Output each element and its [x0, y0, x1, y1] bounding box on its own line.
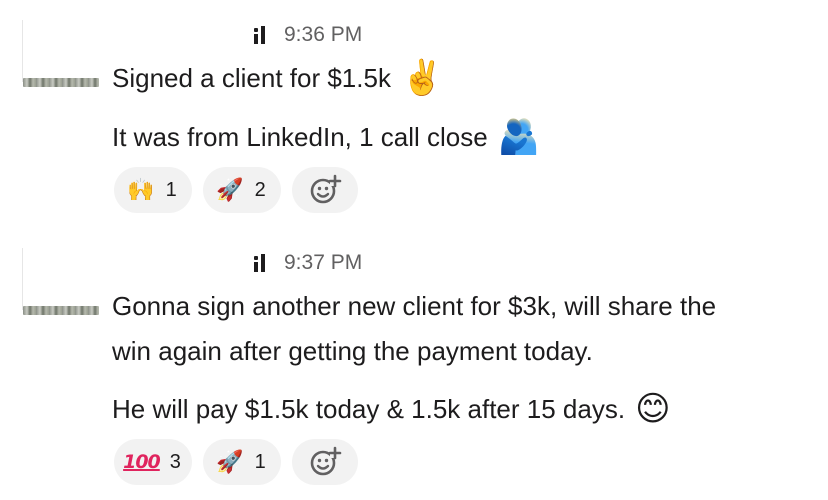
message-text-line: win again after getting the payment toda… [112, 331, 593, 371]
message-2: 9:37 PM Gonna sign another new client fo… [0, 0, 828, 500]
reaction-hundred-points[interactable]: 100 3 [114, 439, 192, 485]
reaction-count: 1 [254, 450, 266, 473]
message-text-line: Gonna sign another new client for $3k, w… [112, 286, 716, 326]
message-text-line: He will pay $1.5k today & 1.5k after 15 … [112, 389, 671, 429]
rocket-icon: 🚀 [216, 449, 244, 474]
add-reaction-icon [310, 446, 342, 476]
message-text: He will pay $1.5k today & 1.5k after 15 … [112, 394, 626, 424]
reactions-bar: 100 3 🚀 1 [114, 439, 358, 485]
avatar[interactable] [22, 248, 99, 315]
reaction-rocket[interactable]: 🚀 1 [203, 439, 281, 485]
reaction-count: 3 [169, 450, 181, 473]
timestamp[interactable]: 9:37 PM [284, 251, 362, 275]
message-text: Gonna sign another new client for $3k, w… [112, 291, 717, 321]
hundred-points-icon: 100 [123, 451, 161, 473]
smiling-face-icon: 😊 [635, 390, 671, 428]
message-text: win again after getting the payment toda… [112, 336, 593, 366]
sender-name[interactable] [254, 254, 266, 272]
add-reaction-button[interactable] [292, 439, 358, 485]
message-header: 9:37 PM [254, 249, 362, 277]
